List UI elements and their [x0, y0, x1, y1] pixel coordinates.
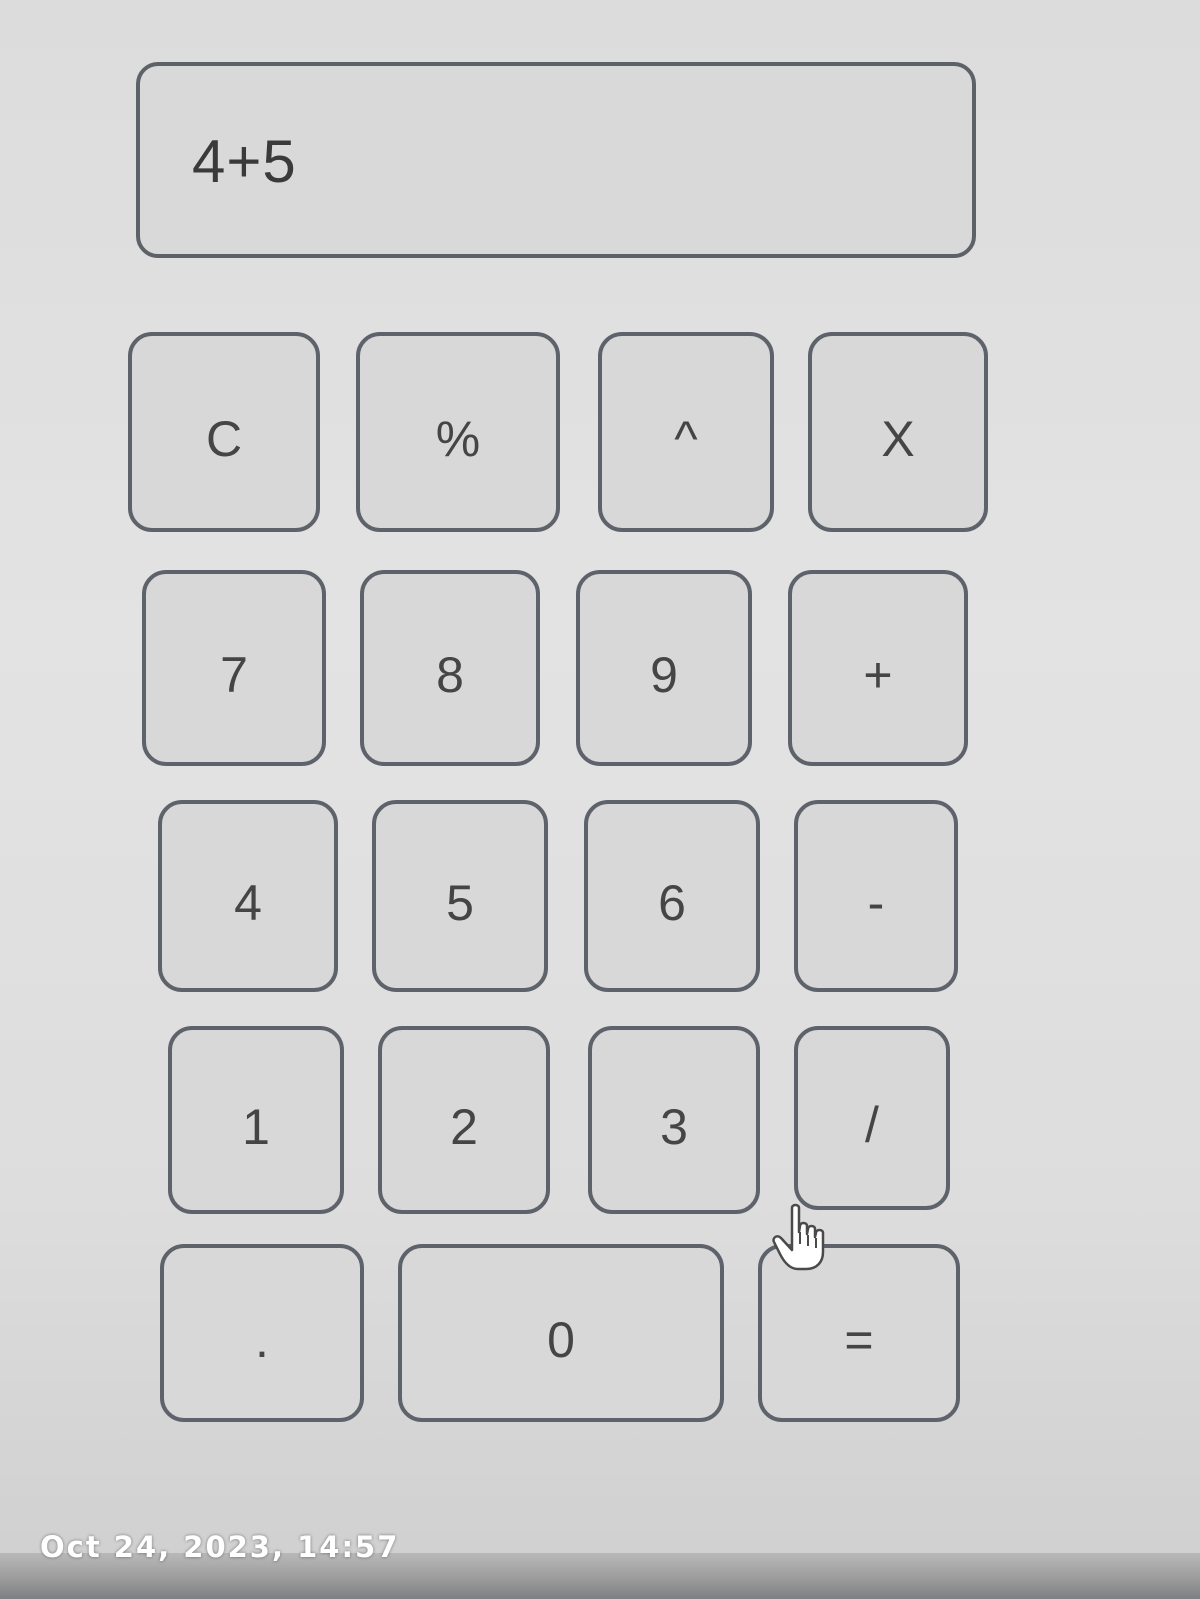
three-button-label: 3 [660, 1099, 688, 1155]
multiply-button[interactable]: X [808, 332, 988, 532]
five-button-label: 5 [446, 875, 474, 931]
zero-button-label: 0 [547, 1312, 575, 1368]
clear-button[interactable]: C [128, 332, 320, 532]
two-button[interactable]: 2 [378, 1026, 550, 1214]
power-button-label: ^ [674, 411, 698, 467]
plus-button[interactable]: + [788, 570, 968, 766]
equals-button-label: = [844, 1312, 874, 1368]
one-button-label: 1 [242, 1099, 270, 1155]
seven-button[interactable]: 7 [142, 570, 326, 766]
decimal-button[interactable]: . [160, 1244, 364, 1422]
display-expression: 4+5 [192, 128, 297, 195]
six-button[interactable]: 6 [584, 800, 760, 992]
decimal-button-label: . [255, 1312, 269, 1368]
divide-button[interactable]: / [794, 1026, 950, 1210]
three-button[interactable]: 3 [588, 1026, 760, 1214]
seven-button-label: 7 [220, 647, 248, 703]
percent-button[interactable]: % [356, 332, 560, 532]
plus-button-label: + [863, 647, 893, 703]
minus-button[interactable]: - [794, 800, 958, 992]
divide-button-label: / [865, 1097, 879, 1153]
photo-timestamp: Oct 24, 2023, 14:57 [40, 1530, 400, 1564]
zero-button[interactable]: 0 [398, 1244, 724, 1422]
four-button-label: 4 [234, 875, 262, 931]
nine-button[interactable]: 9 [576, 570, 752, 766]
nine-button-label: 9 [650, 647, 678, 703]
six-button-label: 6 [658, 875, 686, 931]
eight-button-label: 8 [436, 647, 464, 703]
minus-button-label: - [867, 875, 885, 931]
one-button[interactable]: 1 [168, 1026, 344, 1214]
two-button-label: 2 [450, 1099, 478, 1155]
calculator-display: 4+5 [136, 62, 976, 258]
four-button[interactable]: 4 [158, 800, 338, 992]
power-button[interactable]: ^ [598, 332, 774, 532]
eight-button[interactable]: 8 [360, 570, 540, 766]
percent-button-label: % [435, 411, 481, 467]
multiply-button-label: X [881, 411, 915, 467]
hand-pointer-icon [772, 1203, 825, 1271]
clear-button-label: C [205, 411, 243, 467]
five-button[interactable]: 5 [372, 800, 548, 992]
